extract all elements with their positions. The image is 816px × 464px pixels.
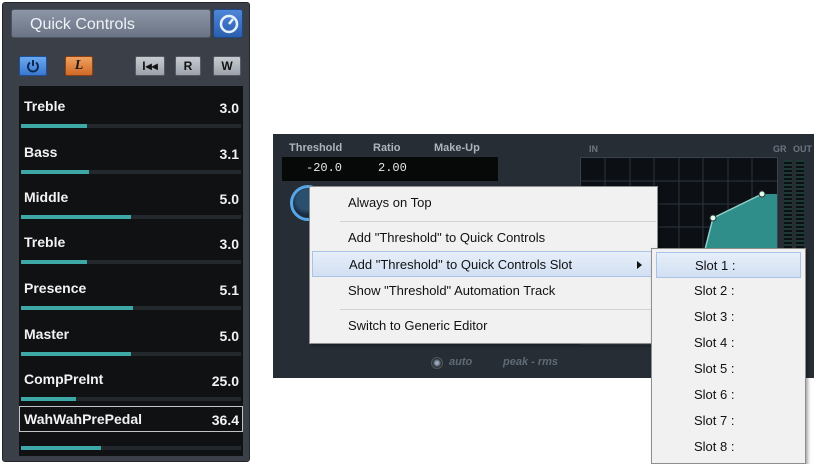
slot-slider-fill [21, 215, 131, 219]
threshold-header: Threshold [289, 142, 343, 154]
slot-name: Treble [24, 98, 66, 114]
quick-control-slot[interactable]: Bass 3.1 [19, 132, 243, 177]
output-meter-label: OUT [793, 144, 812, 154]
submenu-item-label: Slot 5 : [694, 361, 735, 376]
slot-name: Presence [24, 280, 87, 296]
slot-value: 25.0 [211, 373, 239, 389]
submenu-item-label: Slot 4 : [694, 335, 735, 350]
submenu-item-label: Slot 2 : [694, 283, 735, 298]
submenu-item-slot-5[interactable]: Slot 5 : [656, 356, 801, 382]
quick-controls-title: Quick Controls [30, 16, 135, 33]
menu-separator [340, 309, 656, 310]
menu-item-always-on-top[interactable]: Always on Top [312, 190, 655, 216]
ratio-header: Ratio [373, 142, 401, 154]
threshold-value: -20.0 [306, 161, 343, 175]
menu-item-add-to-quick-controls-slot[interactable]: Add "Threshold" to Quick Controls Slot [312, 251, 655, 277]
slot-slider[interactable] [21, 260, 241, 264]
input-meter-label: IN [589, 144, 598, 154]
submenu-item-label: Slot 1 : [695, 258, 736, 273]
slot-slider-fill [21, 306, 134, 310]
rewind-button[interactable]: I◂◂ [135, 56, 165, 76]
slot-value: 3.0 [219, 100, 239, 116]
submenu-item-label: Slot 6 : [694, 387, 735, 402]
quick-controls-panel: Quick Controls L I◂◂ R W Treble 3.0 Bass… [2, 2, 250, 462]
context-menu: Always on Top Add "Threshold" to Quick C… [309, 186, 658, 344]
slot-slider-fill [21, 260, 87, 264]
slot-slider-fill [21, 170, 90, 174]
settings-button[interactable] [213, 9, 243, 38]
submenu-item-slot-4[interactable]: Slot 4 : [656, 330, 801, 356]
quick-control-slot[interactable]: Treble 3.0 [19, 222, 243, 267]
slot-name: Master [24, 326, 70, 342]
menu-item-switch-to-generic-editor[interactable]: Switch to Generic Editor [312, 313, 655, 339]
menu-item-label: Show "Threshold" Automation Track [348, 283, 556, 298]
slot-submenu: Slot 1 : Slot 2 : Slot 3 : Slot 4 : Slot… [651, 248, 806, 464]
power-icon [27, 60, 39, 73]
submenu-item-slot-2[interactable]: Slot 2 : [656, 278, 801, 304]
quick-control-slot-track [19, 406, 243, 451]
compressor-value-display: -20.0 2.00 [282, 157, 498, 181]
menu-item-label: Switch to Generic Editor [348, 318, 488, 333]
slot-value: 3.0 [219, 236, 239, 252]
submenu-item-slot-3[interactable]: Slot 3 : [656, 304, 801, 330]
gain-reduction-label: GR [773, 144, 787, 154]
ratio-value: 2.00 [378, 161, 407, 175]
slot-slider-fill [21, 397, 76, 401]
auto-release-button[interactable] [431, 357, 443, 369]
menu-item-label: Add "Threshold" to Quick Controls Slot [349, 257, 573, 272]
slot-value: 3.1 [219, 146, 239, 162]
submenu-item-slot-1[interactable]: Slot 1 : [656, 252, 801, 278]
slot-slider-fill [21, 124, 87, 128]
quick-controls-header[interactable]: Quick Controls [11, 9, 211, 38]
makeup-header: Make-Up [434, 142, 480, 154]
slot-name: CompPreInt [24, 371, 104, 387]
slot-slider-fill [21, 446, 102, 450]
menu-item-label: Always on Top [348, 195, 432, 210]
slot-name: Treble [24, 234, 66, 250]
slot-slider[interactable] [21, 170, 241, 174]
slot-slider[interactable] [21, 446, 241, 450]
menu-item-label: Add "Threshold" to Quick Controls [348, 230, 546, 245]
slot-value: 5.0 [219, 328, 239, 344]
submenu-item-slot-8[interactable]: Slot 8 : [656, 434, 801, 460]
submenu-item-label: Slot 8 : [694, 439, 735, 454]
peak-rms-label: peak - rms [503, 356, 559, 368]
learn-button[interactable]: L [65, 56, 93, 76]
slot-slider[interactable] [21, 124, 241, 128]
power-button[interactable] [19, 56, 47, 76]
gear-icon [219, 14, 239, 34]
slot-name: Bass [24, 144, 58, 160]
quick-control-slot[interactable]: Treble 3.0 [19, 86, 243, 131]
slot-slider[interactable] [21, 397, 241, 401]
read-automation-button[interactable]: R [175, 56, 201, 76]
quick-control-slot[interactable]: Master 5.0 [19, 314, 243, 359]
slot-value: 5.1 [219, 282, 239, 298]
slot-slider[interactable] [21, 215, 241, 219]
menu-item-add-to-quick-controls[interactable]: Add "Threshold" to Quick Controls [312, 225, 655, 251]
quick-control-slots: Treble 3.0 Bass 3.1 Middle 5.0 Treble 3.… [19, 86, 243, 456]
submenu-item-label: Slot 7 : [694, 413, 735, 428]
menu-separator [340, 221, 656, 222]
write-automation-button[interactable]: W [213, 56, 241, 76]
submenu-arrow-icon [637, 261, 642, 269]
submenu-item-label: Slot 3 : [694, 309, 735, 324]
slot-value: 5.0 [219, 191, 239, 207]
submenu-item-slot-6[interactable]: Slot 6 : [656, 382, 801, 408]
quick-control-slot[interactable]: Middle 5.0 [19, 177, 243, 222]
slot-name: Middle [24, 189, 69, 205]
slot-slider-fill [21, 352, 131, 356]
quick-control-slot[interactable]: CompPreInt 25.0 [19, 359, 243, 404]
slot-slider[interactable] [21, 352, 241, 356]
menu-item-show-automation-track[interactable]: Show "Threshold" Automation Track [312, 278, 655, 304]
auto-label: auto [449, 356, 473, 368]
submenu-item-slot-7[interactable]: Slot 7 : [656, 408, 801, 434]
slot-slider[interactable] [21, 306, 241, 310]
quick-control-slot[interactable]: Presence 5.1 [19, 268, 243, 313]
